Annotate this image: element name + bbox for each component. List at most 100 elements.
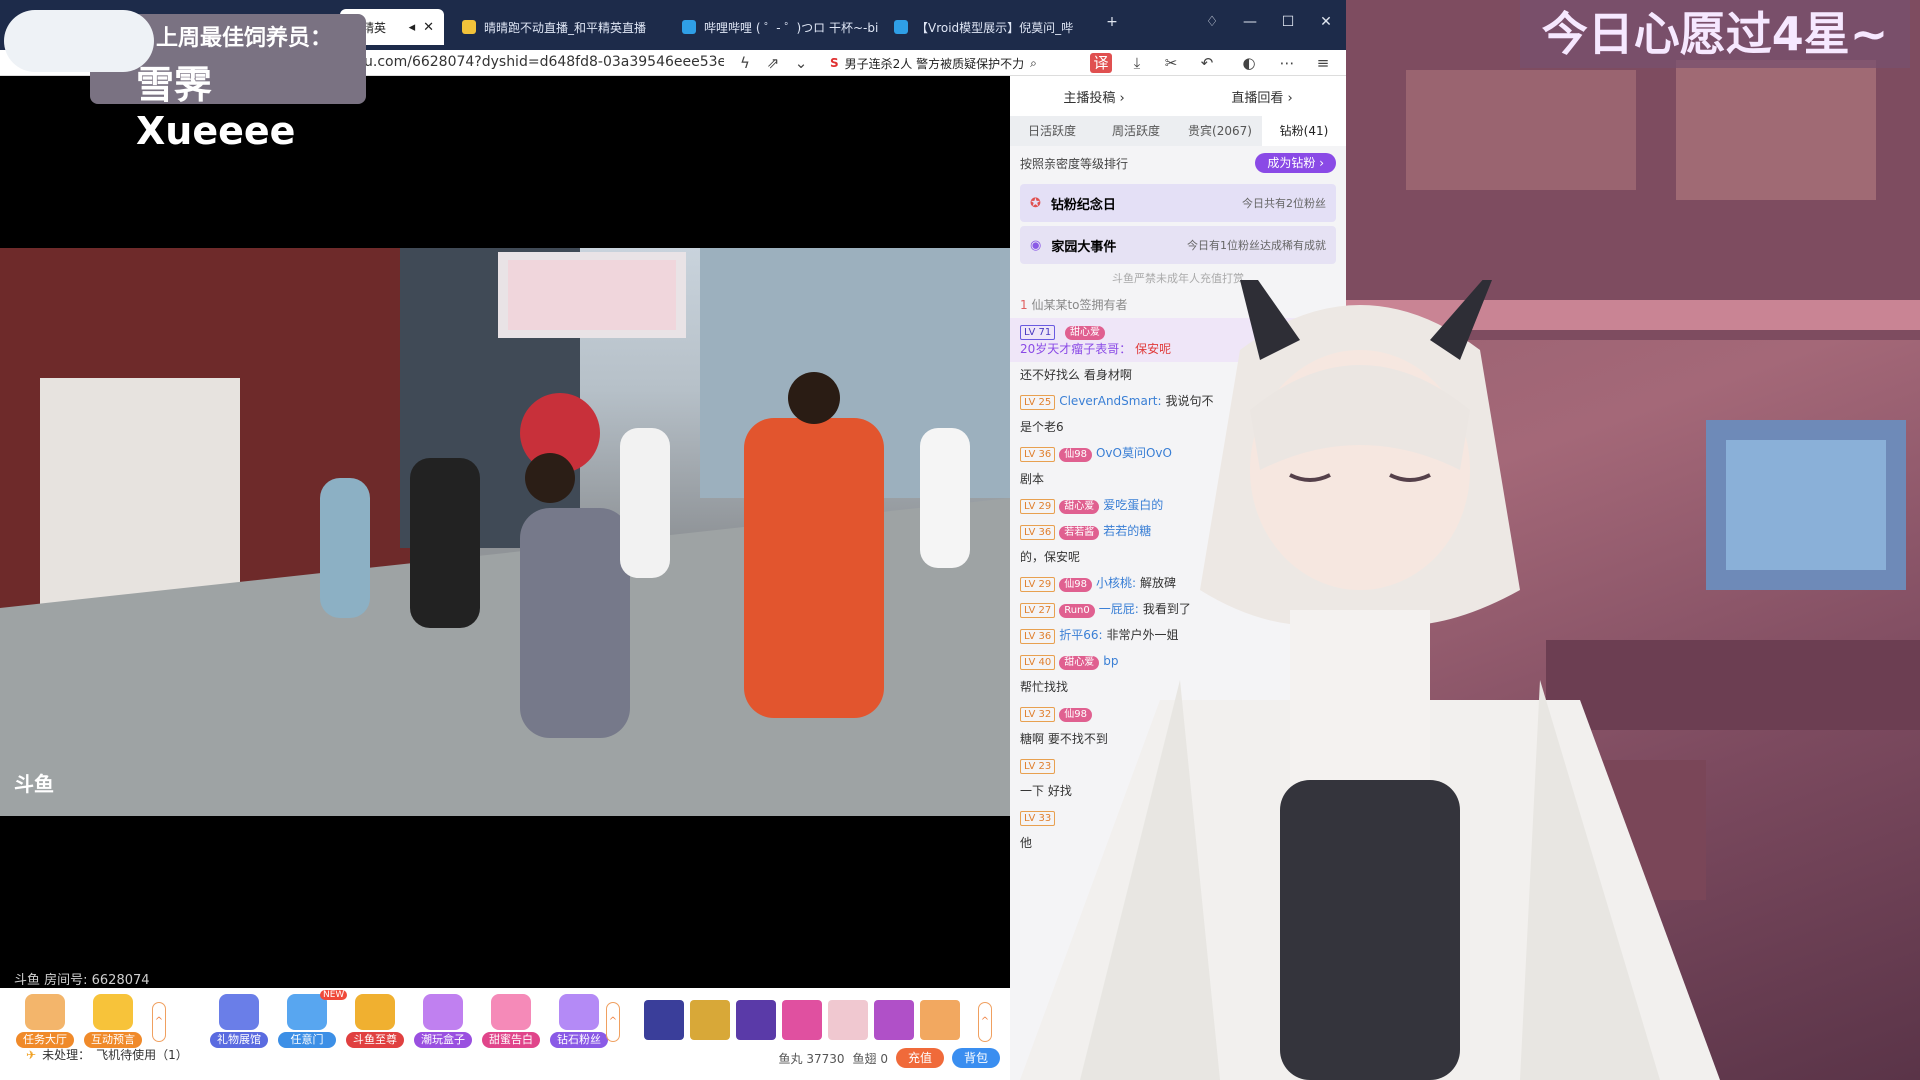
- gift-label: 斗鱼至尊: [346, 1032, 404, 1048]
- status-text[interactable]: 飞机待使用（1）: [96, 1046, 188, 1063]
- tab-favicon-icon: [462, 20, 476, 34]
- card-title: 钻粉纪念日: [1050, 197, 1116, 213]
- plane-icon: ✈: [26, 1047, 37, 1062]
- new-tag: NEW: [320, 990, 348, 1000]
- tab-weekly[interactable]: 周活跃度: [1094, 116, 1178, 146]
- street-scene-image: [0, 248, 1010, 816]
- trophy-icon: ✪: [1030, 195, 1041, 211]
- gift-label: 钻石粉丝: [550, 1032, 608, 1048]
- vtuber-avatar: [960, 240, 1920, 1080]
- rank-label: 按照亲密度等级排行: [1020, 156, 1129, 171]
- task-hall-button[interactable]: 任务大厅: [16, 994, 74, 1054]
- family-event-card[interactable]: ◉ 家园大事件 今日有1位粉丝达成稀有成就: [1020, 226, 1336, 264]
- replay-link[interactable]: 直播回看 ›: [1231, 87, 1292, 106]
- tab-daily[interactable]: 日活跃度: [1010, 116, 1094, 146]
- translate-icon[interactable]: 译: [1090, 53, 1112, 73]
- wish-banner: 今日心愿过4星~: [1520, 0, 1910, 68]
- gift-label: 任意门: [278, 1032, 336, 1048]
- ranking-tabs: 日活跃度 周活跃度 贵宾(2067) 钻粉(41): [1010, 116, 1346, 146]
- fish-fin-count: 鱼翅 0: [852, 1051, 888, 1066]
- room-id-label: 斗鱼 房间号: 6628074: [14, 973, 150, 988]
- streamer-posts-link[interactable]: 主播投稿 ›: [1063, 87, 1124, 106]
- trendy-box-button[interactable]: 潮玩盒子: [414, 994, 472, 1054]
- diamond-icon: [559, 994, 599, 1030]
- sweet-confession-button[interactable]: 甜蜜告白: [482, 994, 540, 1054]
- gift-item-icon[interactable]: [782, 1000, 822, 1040]
- heart-icon: [491, 994, 531, 1030]
- tab-title: 哔哩哔哩 ( ゜- ゜)つロ 干杯~-bi: [704, 20, 879, 35]
- status-label: 未处理：: [42, 1048, 91, 1062]
- portal-button[interactable]: 任意门 NEW: [278, 990, 348, 1054]
- gift-gallery-button[interactable]: 礼物展馆: [210, 994, 268, 1054]
- gift-item-icon[interactable]: [920, 1000, 960, 1040]
- box-icon: [423, 994, 463, 1030]
- card-sub: 今日共有2位粉丝: [1242, 197, 1326, 210]
- gift-item-icon[interactable]: [690, 1000, 730, 1040]
- collapse-arrow-icon[interactable]: ^: [606, 1002, 620, 1042]
- close-tab-icon[interactable]: ✕: [423, 20, 434, 35]
- diamond-day-card[interactable]: ✪ 钻粉纪念日 今日共有2位粉丝: [1020, 184, 1336, 222]
- collapse-arrow-icon[interactable]: ^: [152, 1002, 166, 1042]
- bolt-icon[interactable]: ϟ: [734, 53, 756, 73]
- news-ticker: 男子连杀2人 警方被质疑保护不力: [844, 56, 1025, 71]
- new-tab-button[interactable]: +: [1098, 10, 1126, 34]
- undo-icon[interactable]: ↶: [1196, 53, 1218, 73]
- interactive-prediction-button[interactable]: 互动预言: [84, 994, 142, 1054]
- shirt-icon[interactable]: ♢: [1198, 10, 1226, 34]
- card-title: 家园大事件: [1051, 239, 1117, 255]
- gift-label: 潮玩盒子: [414, 1032, 472, 1048]
- download-icon[interactable]: ⤓: [1126, 53, 1148, 73]
- gift-bar: 任务大厅 互动预言 ^ 礼物展馆 任意门 NEW 斗鱼至尊 潮玩盒子 甜蜜告白: [0, 988, 1010, 1080]
- gift-label: 礼物展馆: [210, 1032, 268, 1048]
- search-icon[interactable]: ⌕: [1030, 56, 1037, 71]
- close-window-icon[interactable]: ✕: [1312, 10, 1340, 34]
- fish-ball-count: 鱼丸 37730: [778, 1051, 845, 1066]
- gift-item-icon[interactable]: [874, 1000, 914, 1040]
- shield-icon: ◉: [1030, 237, 1042, 253]
- bilibili-icon: [894, 20, 908, 34]
- minimize-icon[interactable]: —: [1236, 10, 1264, 34]
- tab-bilibili-1[interactable]: 哔哩哔哩 ( ゜- ゜)つロ 干杯~-bi: [672, 9, 890, 45]
- recharge-button[interactable]: 充值: [895, 1048, 944, 1068]
- search-box[interactable]: S 男子连杀2人 警方被质疑保护不力 ⌕: [830, 53, 1070, 73]
- become-diamond-button[interactable]: 成为钻粉 ›: [1255, 153, 1336, 173]
- chevron-down-icon[interactable]: ⌄: [790, 53, 812, 73]
- douyu-supreme-button[interactable]: 斗鱼至尊: [346, 994, 404, 1054]
- tab-huya[interactable]: 晴晴跑不动直播_和平精英直播: [452, 9, 670, 45]
- prediction-icon: [93, 994, 133, 1030]
- tab-bilibili-2[interactable]: 【Vroid模型展示】倪莫问_哔: [884, 9, 1084, 45]
- stream-screen: { "browser": { "tabs": [ {"title": "平精英"…: [0, 0, 1920, 1080]
- bilibili-icon: [682, 20, 696, 34]
- tab-diamond-fans[interactable]: 钻粉(41): [1262, 116, 1346, 146]
- search-engine-icon: S: [830, 56, 839, 70]
- scissors-icon[interactable]: ✂: [1160, 53, 1182, 73]
- best-feeder-title: 上周最佳饲养员：: [156, 26, 333, 51]
- gallery-icon: [219, 994, 259, 1030]
- rank-row: 按照亲密度等级排行 成为钻粉 ›: [1010, 146, 1346, 180]
- gift-item-icon[interactable]: [828, 1000, 868, 1040]
- video-frame[interactable]: 斗鱼: [0, 248, 1010, 816]
- url-field[interactable]: u.com/6628074?dyshid=d648fd8-03a39546eee…: [364, 54, 724, 70]
- card-sub: 今日有1位粉丝达成稀有成就: [1187, 239, 1326, 252]
- mute-icon[interactable]: ◂: [409, 20, 416, 35]
- best-feeder-name: 雪霁Xueeee: [136, 63, 296, 153]
- gift-item-icon[interactable]: [736, 1000, 776, 1040]
- maximize-icon[interactable]: ☐: [1274, 10, 1302, 34]
- tab-title: 晴晴跑不动直播_和平精英直播: [484, 20, 647, 35]
- diamond-fan-button[interactable]: 钻石粉丝: [550, 994, 608, 1054]
- gift-label: 甜蜜告白: [482, 1032, 540, 1048]
- task-hall-icon: [25, 994, 65, 1030]
- avatar-illustration: [1020, 240, 1720, 1080]
- cloud-mascot-icon: [4, 10, 154, 72]
- douyu-watermark: 斗鱼: [14, 772, 54, 796]
- pending-status: ✈ 未处理： 飞机待使用（1）: [26, 1046, 188, 1063]
- tab-vip[interactable]: 贵宾(2067): [1178, 116, 1262, 146]
- share-icon[interactable]: ⇗: [762, 53, 784, 73]
- dark-mode-icon[interactable]: ◐: [1238, 53, 1260, 73]
- tab-title: 【Vroid模型展示】倪莫问_哔: [916, 20, 1074, 35]
- portal-icon: [287, 994, 327, 1030]
- best-feeder-badge: 上周最佳饲养员： 雪霁Xueeee: [0, 10, 366, 153]
- gift-item-icon[interactable]: [644, 1000, 684, 1040]
- more-icon[interactable]: ⋯: [1276, 53, 1298, 73]
- menu-icon[interactable]: ≡: [1312, 53, 1334, 73]
